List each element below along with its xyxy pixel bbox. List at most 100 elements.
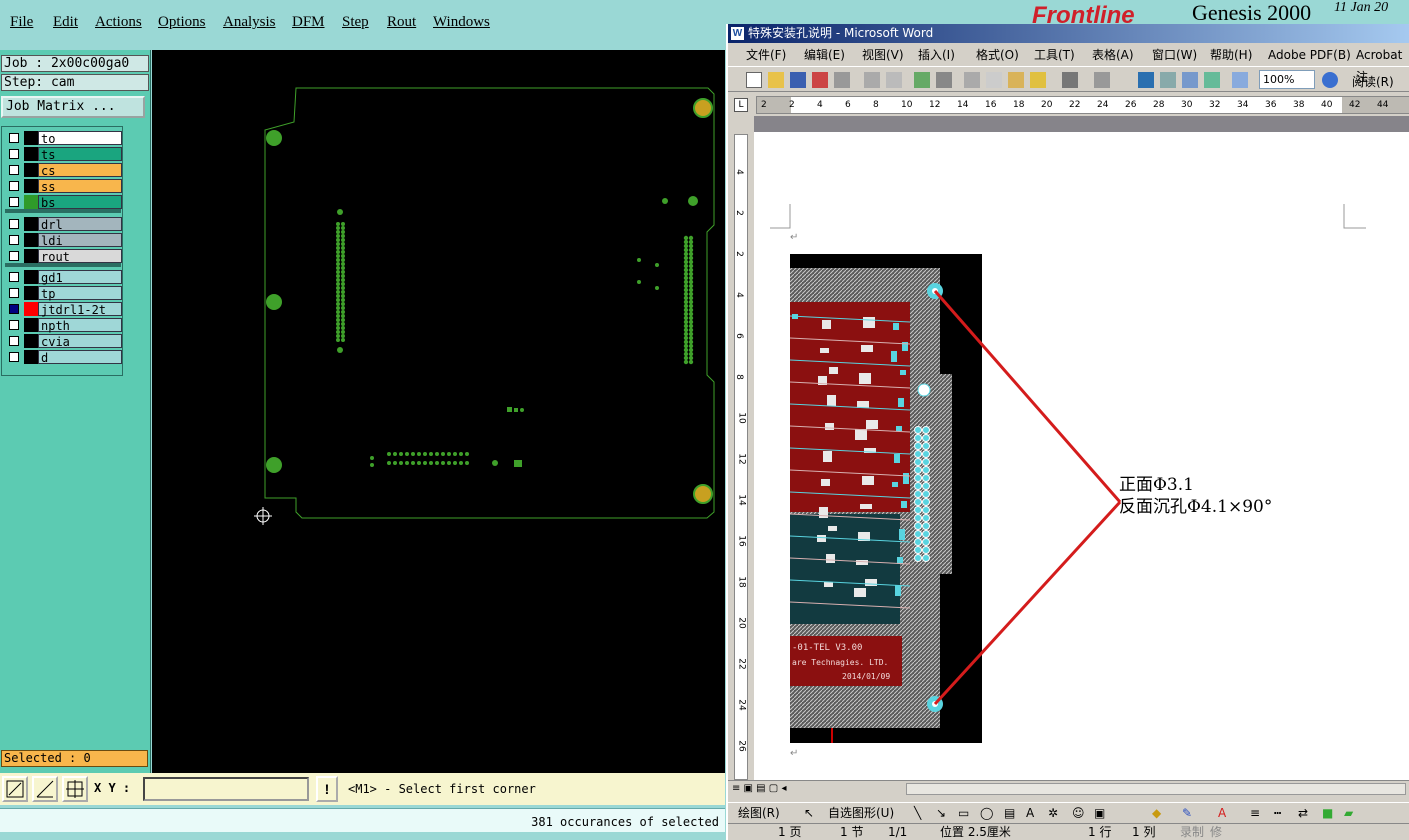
menu-dfm[interactable]: DFM (292, 14, 325, 31)
read-button[interactable]: 阅读(R) (1352, 73, 1394, 90)
layer-row-cvia[interactable]: cvia (5, 334, 122, 349)
layer-row-tp[interactable]: tp (5, 286, 122, 301)
word-menu-item[interactable]: Adobe PDF(B) (1268, 44, 1351, 66)
word-menu-item[interactable]: 插入(I) (918, 44, 955, 66)
layer-name[interactable]: cs (38, 163, 122, 178)
job-matrix-button[interactable]: Job Matrix ... (1, 96, 145, 118)
tables-borders-icon[interactable] (1160, 72, 1176, 88)
layer-row-bs[interactable]: bs (5, 195, 122, 210)
status-revision[interactable]: 修 (1210, 824, 1222, 840)
save-icon[interactable] (790, 72, 806, 88)
layer-checkbox[interactable] (9, 251, 19, 261)
menu-windows[interactable]: Windows (433, 14, 490, 31)
draw-menu[interactable]: 绘图(R) (738, 803, 780, 823)
layer-checkbox[interactable] (9, 272, 19, 282)
new-doc-icon[interactable] (746, 72, 762, 88)
document-page[interactable]: -01-TEL V3.00 are Technagies. LTD. 2014/… (754, 132, 1409, 780)
layer-checkbox[interactable] (9, 219, 19, 229)
arrow-style-icon[interactable]: ⇄ (1298, 803, 1308, 823)
word-menu-item[interactable]: 窗口(W) (1152, 44, 1197, 66)
wordart-icon[interactable]: A (1026, 803, 1034, 823)
horizontal-ruler[interactable]: 2 2 4 6 8 10 12 14 16 18 20 22 24 26 28 30 32 34 36 38 40 42 4… (756, 96, 1409, 114)
layer-name[interactable]: to (38, 131, 122, 146)
layer-row-drl[interactable]: drl (5, 217, 122, 232)
alert-button[interactable]: ! (316, 776, 338, 802)
layer-color-swatch[interactable] (24, 233, 38, 247)
grid-snap-icon[interactable] (62, 776, 88, 802)
paste-icon[interactable] (1008, 72, 1024, 88)
open-icon[interactable] (768, 72, 784, 88)
layer-name[interactable]: ss (38, 179, 122, 194)
layer-checkbox[interactable] (9, 320, 19, 330)
layer-color-swatch[interactable] (24, 302, 38, 316)
permission-icon[interactable] (812, 72, 828, 88)
word-menu-item[interactable]: 文件(F) (746, 44, 786, 66)
insert-excel-icon[interactable] (1204, 72, 1220, 88)
spelling-icon[interactable] (914, 72, 930, 88)
layer-color-swatch[interactable] (24, 131, 38, 145)
line-style-icon[interactable]: ≡ (1250, 803, 1260, 823)
print-preview-icon[interactable] (886, 72, 902, 88)
layer-checkbox[interactable] (9, 352, 19, 362)
layer-name[interactable]: cvia (38, 334, 122, 349)
line-tool-icon[interactable]: ╲ (914, 803, 921, 823)
rectangle-tool-icon[interactable]: ▭ (958, 803, 969, 823)
menu-edit[interactable]: Edit (53, 14, 78, 31)
picture-icon[interactable]: ▣ (1094, 803, 1105, 823)
layer-color-swatch[interactable] (24, 179, 38, 193)
scroll-thumb[interactable] (906, 783, 1406, 795)
layer-checkbox[interactable] (9, 149, 19, 159)
word-menu-item[interactable]: 视图(V) (862, 44, 904, 66)
layer-checkbox[interactable] (9, 235, 19, 245)
horizontal-scrollbar[interactable]: ≡ ▣ ▤ ▢ ◂ (728, 780, 1409, 797)
layer-checkbox[interactable] (9, 165, 19, 175)
layer-name[interactable]: bs (38, 195, 122, 210)
word-menu-item[interactable]: 表格(A) (1092, 44, 1134, 66)
select-objects-icon[interactable]: ↖ (804, 803, 814, 823)
layer-checkbox[interactable] (9, 133, 19, 143)
layer-color-swatch[interactable] (24, 249, 38, 263)
layer-color-swatch[interactable] (24, 318, 38, 332)
drawing-icon[interactable] (1232, 72, 1248, 88)
dash-style-icon[interactable]: ┅ (1274, 803, 1281, 823)
layer-color-swatch[interactable] (24, 270, 38, 284)
vertical-ruler[interactable]: 4 2 2 4 6 8 10 12 14 16 18 20 22 24 26 (734, 134, 748, 780)
oval-tool-icon[interactable]: ◯ (980, 803, 993, 823)
layer-row-d[interactable]: d (5, 350, 122, 365)
view-buttons-icon[interactable]: ≡ ▣ ▤ ▢ ◂ (732, 783, 786, 794)
layer-color-swatch[interactable] (24, 195, 38, 209)
layer-name[interactable]: gd1 (38, 270, 122, 285)
zoom-select[interactable]: 100% (1259, 70, 1315, 89)
word-menu-item[interactable]: 工具(T) (1034, 44, 1075, 66)
tab-selector[interactable]: L (734, 98, 748, 112)
textbox-icon[interactable]: ▤ (1004, 803, 1015, 823)
graphic-canvas[interactable] (152, 50, 725, 773)
menu-rout[interactable]: Rout (387, 14, 416, 31)
line-color-icon[interactable]: ✎ (1182, 803, 1192, 823)
layer-row-ss[interactable]: ss (5, 179, 122, 194)
layer-color-swatch[interactable] (24, 147, 38, 161)
layer-name[interactable]: ldi (38, 233, 122, 248)
layer-color-swatch[interactable] (24, 217, 38, 231)
redo-icon[interactable] (1094, 72, 1110, 88)
hyperlink-icon[interactable] (1138, 72, 1154, 88)
layer-name[interactable]: drl (38, 217, 122, 232)
insert-table-icon[interactable] (1182, 72, 1198, 88)
layer-color-swatch[interactable] (24, 350, 38, 364)
arrow-tool-icon[interactable]: ↘ (936, 803, 946, 823)
layer-checkbox[interactable] (9, 304, 19, 314)
print-icon[interactable] (864, 72, 880, 88)
layer-name[interactable]: d (38, 350, 122, 365)
layer-checkbox[interactable] (9, 181, 19, 191)
research-icon[interactable] (936, 72, 952, 88)
menu-actions[interactable]: Actions (95, 14, 142, 31)
layer-row-gd1[interactable]: gd1 (5, 270, 122, 285)
layer-checkbox[interactable] (9, 197, 19, 207)
word-title-bar[interactable]: W 特殊安装孔说明 - Microsoft Word (728, 24, 1409, 43)
layer-row-jtdrl1-2t[interactable]: jtdrl1-2t (5, 302, 122, 317)
menu-step[interactable]: Step (342, 14, 369, 31)
layer-name[interactable]: tp (38, 286, 122, 301)
3d-icon[interactable]: ▰ (1344, 803, 1353, 823)
email-icon[interactable] (834, 72, 850, 88)
word-menu-item[interactable]: 编辑(E) (804, 44, 845, 66)
